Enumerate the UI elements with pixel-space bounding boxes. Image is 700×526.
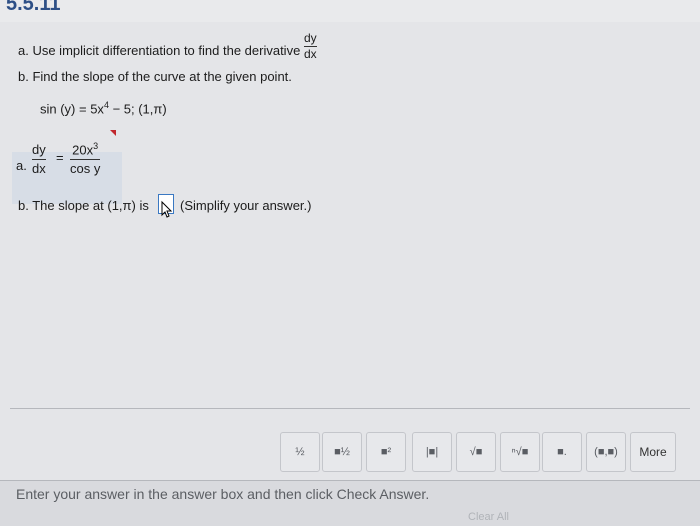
derivative-numerator: dy (304, 31, 317, 45)
decimal-button[interactable]: ■. (542, 432, 582, 472)
rhs-exponent: 3 (93, 141, 99, 151)
derivative-notation: dy dx (304, 32, 317, 61)
sqrt-button[interactable]: √■ (456, 432, 496, 472)
answer-a-label: a. (16, 158, 27, 173)
exponent-icon: ■² (380, 446, 392, 458)
simplify-hint: (Simplify your answer.) (180, 198, 312, 213)
exponent-button[interactable]: ■² (366, 432, 406, 472)
footer-instruction: Enter your answer in the answer box and … (16, 486, 430, 502)
answer-lhs-denominator: dx (32, 161, 46, 176)
absolute-value-icon: |■| (425, 446, 439, 458)
equals-sign: = (56, 150, 64, 165)
given-equation: sin (y) = 5x4 − 5; (1,π) (40, 100, 167, 116)
answer-lhs-numerator: dy (32, 142, 46, 157)
clear-all-button[interactable]: Clear All (468, 511, 509, 523)
pointer-cursor-icon (161, 200, 173, 218)
fraction-icon: ½ (295, 446, 305, 458)
decimal-icon: ■. (557, 446, 567, 458)
derivative-denominator: dx (304, 47, 317, 61)
question-panel: a. Use implicit differentiation to find … (0, 22, 700, 480)
sqrt-icon: √■ (469, 446, 483, 458)
toolbar-divider (10, 408, 690, 409)
nth-root-button[interactable]: ⁿ√■ (500, 432, 540, 472)
interval-icon: (■,■) (594, 446, 618, 458)
answer-rhs-numerator: 20x3 (72, 138, 98, 158)
part-b-instruction: b. Find the slope of the curve at the gi… (18, 69, 292, 84)
math-toolbar: ½ ■½ ■² |■| √■ ⁿ√■ ■. (■,■) More (280, 432, 700, 476)
answer-a-lhs: dy dx (32, 142, 46, 177)
equation-lhs: sin (y) = 5x (40, 101, 104, 117)
part-a-instruction: a. Use implicit differentiation to find … (18, 43, 301, 58)
answer-rhs-denominator: cos y (70, 161, 101, 177)
mixed-number-icon: ■½ (334, 446, 350, 458)
fraction-bar (32, 159, 46, 160)
absolute-value-button[interactable]: |■| (412, 432, 452, 472)
part-b-prompt: b. The slope at (1,π) is (18, 198, 149, 213)
top-header: 5.5.11 (0, 0, 700, 23)
equation-tail: − 5; (1,π) (108, 101, 167, 117)
rhs-base: 20x (72, 142, 94, 158)
fraction-bar (70, 159, 101, 161)
mixed-number-button[interactable]: ■½ (322, 432, 362, 472)
correct-marker-icon (110, 130, 116, 136)
answer-a-region (12, 152, 122, 204)
footer-bar: Enter your answer in the answer box and … (0, 480, 700, 526)
fraction-button[interactable]: ½ (280, 432, 320, 472)
more-button[interactable]: More (630, 432, 676, 472)
answer-a-rhs[interactable]: 20x3 cos y (70, 138, 101, 177)
exercise-number: 5.5.11 (6, 0, 61, 15)
interval-button[interactable]: (■,■) (586, 432, 626, 472)
nth-root-icon: ⁿ√■ (511, 446, 529, 458)
